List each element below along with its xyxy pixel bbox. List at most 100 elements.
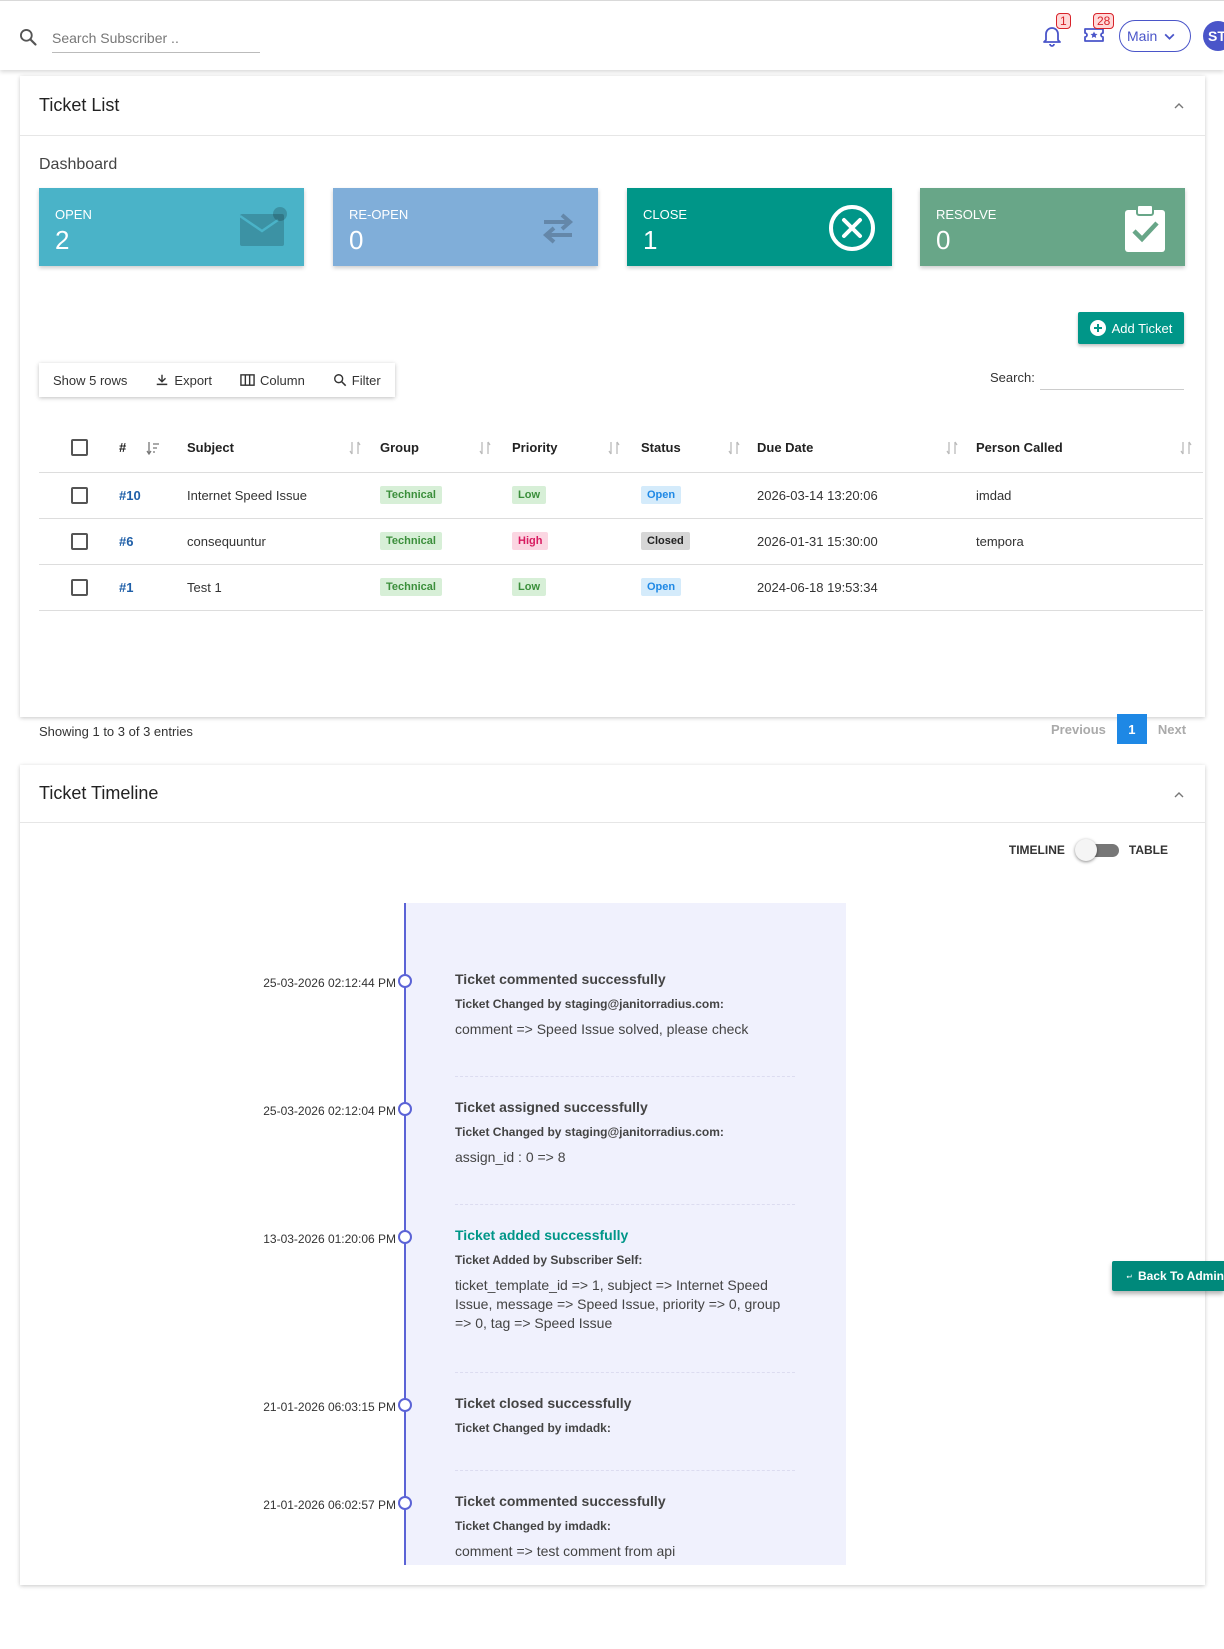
show-rows-label: Show 5 rows — [53, 372, 128, 388]
timeline-entry-message: assign_id : 0 => 8 — [455, 1149, 566, 1165]
toggle-table-label: TABLE — [1128, 843, 1168, 857]
timeline-entry-by: Ticket Changed by staging@janitorradius.… — [455, 1125, 724, 1139]
tickets-table: # Subject Group Priority Status Due Date… — [39, 424, 1203, 611]
select-all-checkbox[interactable] — [71, 439, 88, 457]
timeline-entry-by: Ticket Changed by staging@janitorradius.… — [455, 997, 724, 1011]
ticket-timeline-card: Ticket Timeline TIMELINE TABLE 25-03-202… — [20, 765, 1205, 1585]
timeline-dot — [398, 1102, 412, 1116]
table-row[interactable]: #10 Internet Speed Issue Technical Low O… — [39, 472, 1203, 519]
col-group[interactable]: Group — [372, 424, 502, 473]
person-called: imdad — [969, 472, 1203, 519]
mail-icon — [239, 207, 287, 246]
timeline-separator — [455, 1372, 795, 1373]
col-status[interactable]: Status — [631, 424, 751, 473]
stat-resolve[interactable]: RESOLVE 0 — [920, 188, 1185, 266]
ticket-id-link[interactable]: #1 — [119, 580, 133, 595]
timeline-entry-message: comment => Speed Issue solved, please ch… — [455, 1021, 749, 1037]
timeline-entry-by: Ticket Added by Subscriber Self: — [455, 1253, 643, 1267]
col-due-date[interactable]: Due Date — [751, 424, 969, 473]
export-button[interactable]: Export — [141, 363, 226, 397]
ticket-list-header: Ticket List — [20, 76, 1205, 136]
col-priority[interactable]: Priority — [502, 424, 631, 473]
pagination-previous[interactable]: Previous — [1040, 722, 1117, 737]
person-called — [969, 564, 1203, 611]
due-date: 2026-03-14 13:20:06 — [751, 472, 969, 519]
ticket-id-link[interactable]: #6 — [119, 534, 133, 549]
table-header-row: # Subject Group Priority Status Due Date… — [39, 424, 1203, 473]
group-badge: Technical — [380, 486, 442, 504]
sort-icon — [349, 441, 361, 455]
timeline-entry: Ticket added successfully Ticket Added b… — [455, 1227, 795, 1333]
chevron-up-icon[interactable] — [1173, 789, 1185, 801]
back-to-admin-button[interactable]: Back To Admin — [1112, 1261, 1224, 1291]
stat-open-label: OPEN — [55, 207, 92, 222]
timeline-date: 21-01-2026 06:03:15 PM — [263, 1400, 396, 1414]
top-bar: 1 28 Main ST — [0, 0, 1224, 70]
sort-icon — [946, 441, 958, 455]
avatar[interactable]: ST — [1203, 21, 1224, 51]
status-badge: Closed — [641, 532, 690, 550]
dashboard-label: Dashboard — [39, 156, 118, 173]
tickets-button[interactable]: 28 — [1082, 13, 1115, 49]
col-subject[interactable]: Subject — [164, 424, 372, 473]
timeline-entry-message: comment => test comment from api — [455, 1543, 676, 1559]
col-id[interactable]: # — [88, 424, 164, 473]
chevron-up-icon[interactable] — [1173, 100, 1185, 112]
show-rows-button[interactable]: Show 5 rows — [39, 363, 141, 397]
sort-icon — [728, 441, 740, 455]
filter-button[interactable]: Filter — [319, 363, 395, 397]
stat-close[interactable]: CLOSE 1 — [627, 188, 892, 266]
timeline-dot — [398, 1230, 412, 1244]
row-checkbox[interactable] — [71, 578, 88, 596]
column-button[interactable]: Column — [226, 363, 319, 397]
stat-open-value: 2 — [55, 225, 70, 255]
stat-open[interactable]: OPEN 2 — [39, 188, 304, 266]
pagination-page[interactable]: 1 — [1116, 714, 1147, 744]
timeline-dot — [398, 1496, 412, 1510]
main-dropdown-label: Main — [1127, 28, 1158, 44]
select-all-cell — [39, 424, 88, 473]
columns-icon — [240, 373, 255, 386]
timeline-entry: Ticket closed successfully Ticket Change… — [455, 1395, 795, 1435]
main-dropdown[interactable]: Main — [1119, 20, 1191, 52]
stat-close-value: 1 — [643, 225, 658, 255]
timeline-entry-by: Ticket Changed by imdadk: — [455, 1519, 611, 1533]
stat-close-label: CLOSE — [643, 207, 688, 222]
pagination: Previous 1 Next — [1040, 714, 1197, 744]
sort-icon — [1180, 441, 1192, 455]
ticket-subject: Internet Speed Issue — [164, 472, 372, 519]
group-badge: Technical — [380, 578, 442, 596]
close-circle-icon — [829, 205, 875, 251]
due-date: 2026-01-31 15:30:00 — [751, 518, 969, 565]
due-date: 2024-06-18 19:53:34 — [751, 564, 969, 611]
col-person-called[interactable]: Person Called — [969, 424, 1203, 473]
pagination-next[interactable]: Next — [1147, 722, 1197, 737]
row-checkbox[interactable] — [71, 486, 88, 504]
plus-circle-icon — [1089, 320, 1106, 336]
timeline-entry-title: Ticket assigned successfully — [455, 1099, 648, 1115]
stat-reopen[interactable]: RE-OPEN 0 — [333, 188, 598, 266]
search-icon — [20, 29, 37, 46]
ticket-list-title: Ticket List — [39, 95, 120, 115]
table-row[interactable]: #6 consequuntur Technical High Closed 20… — [39, 518, 1203, 565]
view-toggle: TIMELINE TABLE — [1009, 839, 1168, 861]
sort-icon — [479, 441, 491, 455]
add-ticket-button[interactable]: Add Ticket — [1078, 312, 1184, 344]
table-row[interactable]: #1 Test 1 Technical Low Open 2024-06-18 … — [39, 564, 1203, 611]
priority-badge: High — [512, 532, 549, 550]
table-search-input[interactable] — [1040, 360, 1184, 390]
timeline-dot — [398, 974, 412, 988]
notifications-button[interactable]: 1 — [1040, 13, 1071, 49]
export-label: Export — [174, 372, 212, 388]
priority-badge: Low — [512, 486, 546, 504]
ticket-timeline-header: Ticket Timeline — [20, 765, 1205, 823]
timeline-date: 13-03-2026 01:20:06 PM — [263, 1232, 396, 1246]
timeline-date: 25-03-2026 02:12:44 PM — [263, 976, 396, 990]
ticket-list-card: Ticket List Dashboard OPEN 2 RE-OPEN 0 C… — [20, 76, 1205, 744]
timeline-entry: Ticket assigned successfully Ticket Chan… — [455, 1099, 795, 1167]
search-subscriber-input[interactable] — [52, 23, 260, 53]
ticket-id-link[interactable]: #10 — [119, 488, 141, 503]
view-toggle-switch[interactable] — [1074, 839, 1119, 861]
stat-reopen-label: RE-OPEN — [349, 207, 409, 222]
row-checkbox[interactable] — [71, 532, 88, 550]
